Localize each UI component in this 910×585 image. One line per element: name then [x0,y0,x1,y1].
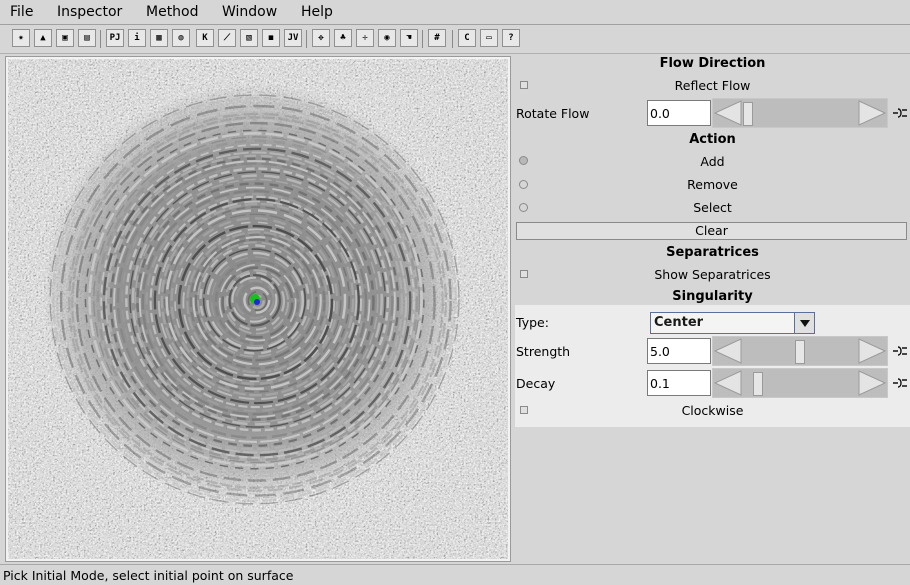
rotate-flow-label: Rotate Flow [516,106,590,121]
k-icon[interactable]: K [196,29,214,47]
toolbar-separator [422,30,423,48]
toolbar-separator [306,30,307,48]
jv-icon[interactable]: JV [284,29,302,47]
reflect-flow-label: Reflect Flow [674,78,751,93]
slider-right-arrow-icon[interactable] [857,99,887,127]
status-bar: Pick Initial Mode, select initial point … [0,564,910,585]
axes-icon[interactable]: ⟋ [218,29,236,47]
menu-window[interactable]: Window [222,4,277,20]
grid-icon[interactable]: # [428,29,446,47]
settings-panel: Flow Direction Reflect Flow Rotate Flow … [515,54,910,564]
slider-left-arrow-icon[interactable] [713,337,743,365]
rotate-flow-thumb[interactable] [743,102,753,126]
camera-icon[interactable]: ◼ [262,29,280,47]
slider-left-arrow-icon[interactable] [713,99,743,127]
type-value: Center [654,315,704,330]
slider-left-arrow-icon[interactable] [713,369,743,397]
status-text: Pick Initial Mode, select initial point … [3,568,294,583]
help-icon[interactable]: ? [502,29,520,47]
strength-slider[interactable] [712,336,888,366]
action-title: Action [689,132,736,147]
rotate-flow-expand-icon[interactable] [892,106,908,120]
menu-inspector[interactable]: Inspector [57,4,122,20]
tree-icon[interactable]: ♣ [334,29,352,47]
separatrices-title: Separatrices [666,245,759,260]
info-icon[interactable]: i [128,29,146,47]
decay-thumb[interactable] [753,372,763,396]
action-add-label: Add [700,154,725,169]
show-separatrices-label: Show Separatrices [654,267,771,282]
strength-thumb[interactable] [795,340,805,364]
singularity-marker-blue[interactable] [254,299,260,305]
panel-icon[interactable]: ▭ [480,29,498,47]
hatch-icon[interactable]: ▧ [240,29,258,47]
flow-direction-title: Flow Direction [659,56,766,71]
pan-icon[interactable]: ✥ [312,29,330,47]
slider-right-arrow-icon[interactable] [857,369,887,397]
strength-field[interactable]: 5.0 [647,338,711,364]
menu-bar: File Inspector Method Window Help [0,0,910,25]
strength-label: Strength [516,344,571,359]
chevron-down-icon[interactable] [794,313,814,333]
menu-file[interactable]: File [10,4,33,20]
open-icon[interactable]: ▲ [34,29,52,47]
hand-icon[interactable]: ☚ [400,29,418,47]
decay-label: Decay [516,376,556,391]
menu-method[interactable]: Method [146,4,199,20]
clockwise-label: Clockwise [681,403,744,418]
action-select-label: Select [693,200,732,215]
decay-expand-icon[interactable] [892,376,908,390]
strength-expand-icon[interactable] [892,344,908,358]
toolbar-separator [100,30,101,48]
globe-icon[interactable]: ◍ [172,29,190,47]
print-icon[interactable]: ▤ [78,29,96,47]
c-icon[interactable]: C [458,29,476,47]
slider-right-arrow-icon[interactable] [857,337,887,365]
lic-vortex-image[interactable] [8,59,508,559]
toolbar-separator [452,30,453,48]
singularity-title: Singularity [672,289,753,304]
rotate-flow-slider[interactable] [712,98,888,128]
move-icon[interactable]: ✛ [356,29,374,47]
toolbar: ✷ ▲ ▣ ▤ PJ i ▦ ◍ K ⟋ ▧ ◼ JV ✥ ♣ ✛ ◉ ☚ # C ▭? [0,26,910,54]
type-label: Type: [516,315,549,330]
grid-brick-icon[interactable]: ▦ [150,29,168,47]
wand-icon[interactable]: ✷ [12,29,30,47]
save-icon[interactable]: ▣ [56,29,74,47]
menu-help[interactable]: Help [301,4,333,20]
eye-icon[interactable]: ◉ [378,29,396,47]
clear-button[interactable]: Clear [516,222,907,240]
decay-field[interactable]: 0.1 [647,370,711,396]
type-combobox[interactable]: Center [650,312,815,334]
rotate-flow-field[interactable]: 0.0 [647,100,711,126]
pj-icon[interactable]: PJ [106,29,124,47]
decay-slider[interactable] [712,368,888,398]
viewer-canvas[interactable] [5,56,511,562]
action-remove-label: Remove [687,177,738,192]
